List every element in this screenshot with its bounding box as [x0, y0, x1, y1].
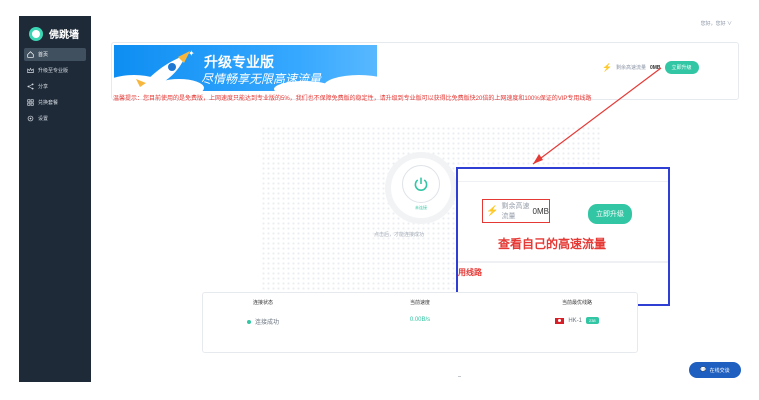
live-chat-button[interactable]: 💬 在线交谈: [689, 362, 741, 378]
status-connection-row: 连接成功: [203, 317, 323, 326]
status-route-head: 当前最优线路: [561, 300, 592, 306]
chat-bubble-icon: 💬: [700, 367, 707, 373]
crown-icon: [27, 67, 34, 74]
status-route: 当前最优线路 HK-1 238: [517, 299, 637, 324]
sidebar-item-settings[interactable]: 设置: [24, 112, 86, 125]
sidebar-nav: 首页 升级至专业版 分享 兑换套餐 设置: [24, 48, 86, 128]
share-icon: [27, 83, 34, 90]
sidebar-item-label: 分享: [38, 84, 49, 90]
status-speed-head: 当前速度: [409, 300, 430, 306]
page: 佛跳墙 首页 升级至专业版 分享 兑换套餐 设置 您好，您好 ∨ ✦ 升级专业版…: [0, 0, 759, 400]
connected-dot-icon: [246, 319, 251, 324]
status-connection-value: 连接成功: [254, 320, 279, 326]
sidebar-item-redeem[interactable]: 兑换套餐: [24, 96, 86, 109]
status-speed-value: 0.00B/s: [409, 317, 431, 323]
logo-icon: [29, 26, 43, 41]
app-name: 佛跳墙: [49, 30, 79, 41]
sidebar: 佛跳墙 首页 升级至专业版 分享 兑换套餐 设置: [19, 16, 91, 382]
sidebar-item-label: 首页: [38, 52, 49, 58]
status-speed: 当前速度 0.00B/s: [360, 299, 480, 323]
chat-label: 在线交谈: [709, 367, 730, 374]
status-connection: 连接状态 连接成功: [203, 299, 323, 326]
status-route-value: HK-1: [568, 317, 582, 324]
sidebar-item-share[interactable]: 分享: [24, 80, 86, 93]
sidebar-item-home[interactable]: 首页: [24, 48, 86, 61]
gear-icon: [27, 115, 34, 122]
hk-flag-icon: [555, 317, 565, 324]
route-ping-badge: 238: [585, 317, 599, 324]
sidebar-item-label: 升级至专业版: [38, 68, 69, 74]
sidebar-item-upgrade[interactable]: 升级至专业版: [24, 64, 86, 77]
grid-icon: [27, 99, 34, 106]
scroll-indicator: [458, 376, 461, 377]
home-icon: [27, 51, 34, 58]
status-connection-head: 连接状态: [252, 300, 273, 306]
status-route-row[interactable]: HK-1 238: [517, 317, 637, 324]
sidebar-item-label: 设置: [38, 116, 49, 122]
connection-status-panel: 连接状态 连接成功 当前速度 0.00B/s 当前最优线路 HK-1 238: [202, 292, 638, 353]
app-logo[interactable]: 佛跳墙: [29, 26, 79, 41]
main-content: 您好，您好 ∨ ✦ 升级专业版 尽情畅享无限高速流量 ⚡ 剩余高速流量 0MB …: [91, 16, 744, 382]
sidebar-item-label: 兑换套餐: [38, 100, 59, 106]
status-speed-row: 0.00B/s: [360, 317, 480, 323]
